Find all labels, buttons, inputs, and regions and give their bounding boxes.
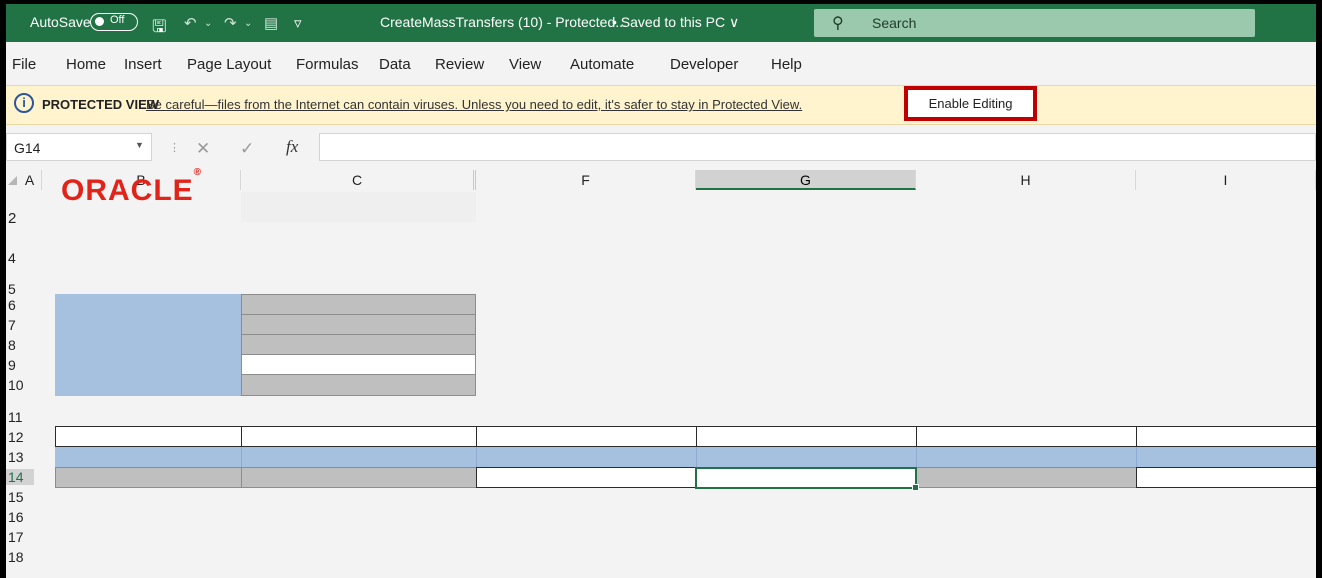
column-header-g[interactable]: G [696, 170, 916, 190]
row-header-8[interactable]: 8 [6, 337, 34, 353]
autosave-toggle[interactable]: Off [90, 13, 138, 31]
undo-dropdown-icon[interactable]: ⌄ [204, 18, 212, 29]
tab-data[interactable]: Data [379, 56, 411, 73]
redo-icon[interactable]: ↷ [224, 14, 237, 32]
insert-function-icon[interactable]: fx [286, 137, 298, 157]
tab-page-layout[interactable]: Page Layout [187, 56, 271, 73]
oracle-logo: ORACLE® [61, 167, 202, 208]
column-header-h[interactable]: H [916, 170, 1136, 190]
save-icon[interactable]: 🖫 [152, 14, 166, 43]
registered-mark: ® [193, 167, 203, 178]
tab-developer[interactable]: Developer [670, 56, 738, 73]
row-header-10[interactable]: 10 [6, 377, 34, 393]
quick-access-icon[interactable]: ▤ [264, 14, 278, 32]
column-header-f[interactable]: F [476, 170, 696, 190]
formula-bar: G14 ▼ ⋮ ✕ ✓ fx [6, 125, 1316, 170]
tab-help[interactable]: Help [771, 56, 802, 73]
customize-toolbar-icon[interactable]: ▿ [294, 14, 302, 32]
saved-status[interactable]: • Saved to this PC ∨ [612, 14, 739, 31]
formula-input[interactable] [319, 133, 1316, 161]
tab-review[interactable]: Review [435, 56, 484, 73]
logo-text: ORACLE [61, 174, 194, 207]
column-divider [241, 447, 242, 467]
chevron-down-icon[interactable]: ▼ [135, 140, 144, 150]
row-header-17[interactable]: 17 [6, 529, 34, 545]
protected-view-message[interactable]: Be careful—files from the Internet can c… [146, 97, 802, 112]
file-name: CreateMassTransfers (10) - Protected... [380, 14, 627, 30]
cell-c12[interactable] [241, 426, 477, 447]
ribbon-tabs: File Home Insert Page Layout Formulas Da… [6, 42, 1316, 85]
row-header-7[interactable]: 7 [6, 317, 34, 333]
row-header-4[interactable]: 4 [6, 250, 34, 266]
row-header-6[interactable]: 6 [6, 297, 34, 313]
undo-icon[interactable]: ↶ [184, 14, 197, 32]
enter-icon[interactable]: ✓ [240, 139, 254, 159]
cell-c6[interactable] [241, 294, 476, 315]
tab-view[interactable]: View [509, 56, 541, 73]
cell-b14[interactable] [55, 467, 242, 488]
select-all-icon[interactable] [8, 176, 17, 185]
row-header-12[interactable]: 12 [6, 429, 34, 445]
excel-window: AutoSave Off 🖫 ↶ ⌄ ↷ ⌄ ▤ ▿ CreateMassTra… [6, 4, 1316, 578]
parameters-label-block[interactable] [55, 294, 241, 396]
worksheet-grid[interactable]: A B C F G H I ORACLE® 2 4 5 6 7 8 9 10 1… [6, 167, 1316, 578]
row-header-11[interactable]: 11 [6, 409, 34, 425]
row-header-5[interactable]: 5 [6, 281, 34, 297]
tab-file[interactable]: File [12, 56, 36, 73]
title-bar: AutoSave Off 🖫 ↶ ⌄ ↷ ⌄ ▤ ▿ CreateMassTra… [6, 4, 1316, 42]
column-header-a[interactable]: A [18, 170, 42, 190]
column-divider [696, 447, 697, 467]
cell-c7[interactable] [241, 314, 476, 335]
row-header-14[interactable]: 14 [6, 469, 34, 485]
table-header-row[interactable] [55, 447, 1316, 467]
cell-h12[interactable] [916, 426, 1137, 447]
cell-i12[interactable] [1136, 426, 1316, 447]
enable-editing-button[interactable]: Enable Editing [904, 86, 1037, 121]
logo-area [241, 192, 476, 222]
cell-c14[interactable] [241, 467, 477, 488]
search-box[interactable]: ⚲ Search [814, 9, 1255, 37]
name-box-value: G14 [14, 140, 41, 156]
column-divider [476, 447, 477, 467]
tab-insert[interactable]: Insert [124, 56, 162, 73]
column-header-i[interactable]: I [1136, 170, 1316, 190]
cancel-icon[interactable]: ✕ [196, 139, 210, 159]
autosave-label: AutoSave [30, 14, 91, 30]
info-icon: i [14, 93, 34, 113]
row-header-9[interactable]: 9 [6, 357, 34, 373]
search-icon: ⚲ [832, 15, 844, 32]
row-header-16[interactable]: 16 [6, 509, 34, 525]
drag-handle-icon[interactable]: ⋮ [169, 141, 180, 154]
toggle-knob-icon [95, 17, 104, 26]
column-header-c[interactable]: C [241, 170, 476, 190]
row-header-15[interactable]: 15 [6, 489, 34, 505]
fill-handle-icon[interactable] [912, 484, 919, 491]
selected-cell-g14[interactable] [695, 467, 919, 491]
column-divider [916, 447, 917, 467]
cell-c8[interactable] [241, 334, 476, 355]
tab-home[interactable]: Home [66, 56, 106, 73]
search-placeholder: Search [872, 15, 917, 31]
tab-automate[interactable]: Automate [570, 56, 634, 73]
cell-h14[interactable] [916, 467, 1137, 488]
tab-formulas[interactable]: Formulas [296, 56, 359, 73]
cell-c10[interactable] [241, 374, 476, 396]
row-header-18[interactable]: 18 [6, 549, 34, 565]
cell-f12[interactable] [476, 426, 697, 447]
protected-view-bar: i PROTECTED VIEW Be careful—files from t… [6, 85, 1316, 125]
redo-dropdown-icon[interactable]: ⌄ [244, 18, 252, 29]
protected-view-title: PROTECTED VIEW [42, 97, 160, 112]
cell-b12[interactable] [55, 426, 242, 447]
autosave-state: Off [110, 14, 125, 26]
cell-i14[interactable] [1136, 467, 1316, 488]
name-box[interactable]: G14 ▼ [6, 133, 152, 161]
cell-g12[interactable] [696, 426, 917, 447]
row-header-13[interactable]: 13 [6, 449, 34, 465]
row-header-2[interactable]: 2 [6, 210, 34, 227]
cell-f14[interactable] [476, 467, 697, 488]
column-divider [1136, 447, 1137, 467]
cell-c9[interactable] [241, 354, 476, 375]
